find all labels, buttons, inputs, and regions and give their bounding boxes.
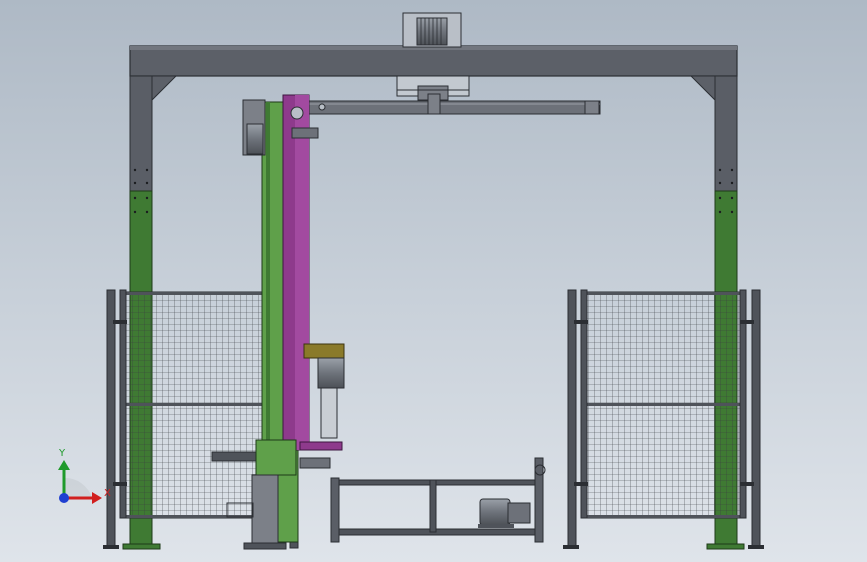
top-drive-motor (402, 12, 462, 48)
conveyor-drive-motor (478, 498, 531, 528)
pallet-conveyor-frame (330, 457, 546, 543)
cad-viewport[interactable]: Y X (0, 0, 867, 562)
top-beam (129, 45, 738, 77)
right-gusset (689, 75, 716, 102)
coordinate-triad-icon: Y X (58, 448, 111, 504)
machine-drawing: Y X (58, 12, 764, 550)
triad-y-label: Y (58, 448, 66, 459)
rotating-arm (304, 93, 601, 115)
triad-x-label: X (104, 488, 111, 499)
left-gusset (151, 75, 178, 102)
right-safety-fence (563, 289, 764, 549)
